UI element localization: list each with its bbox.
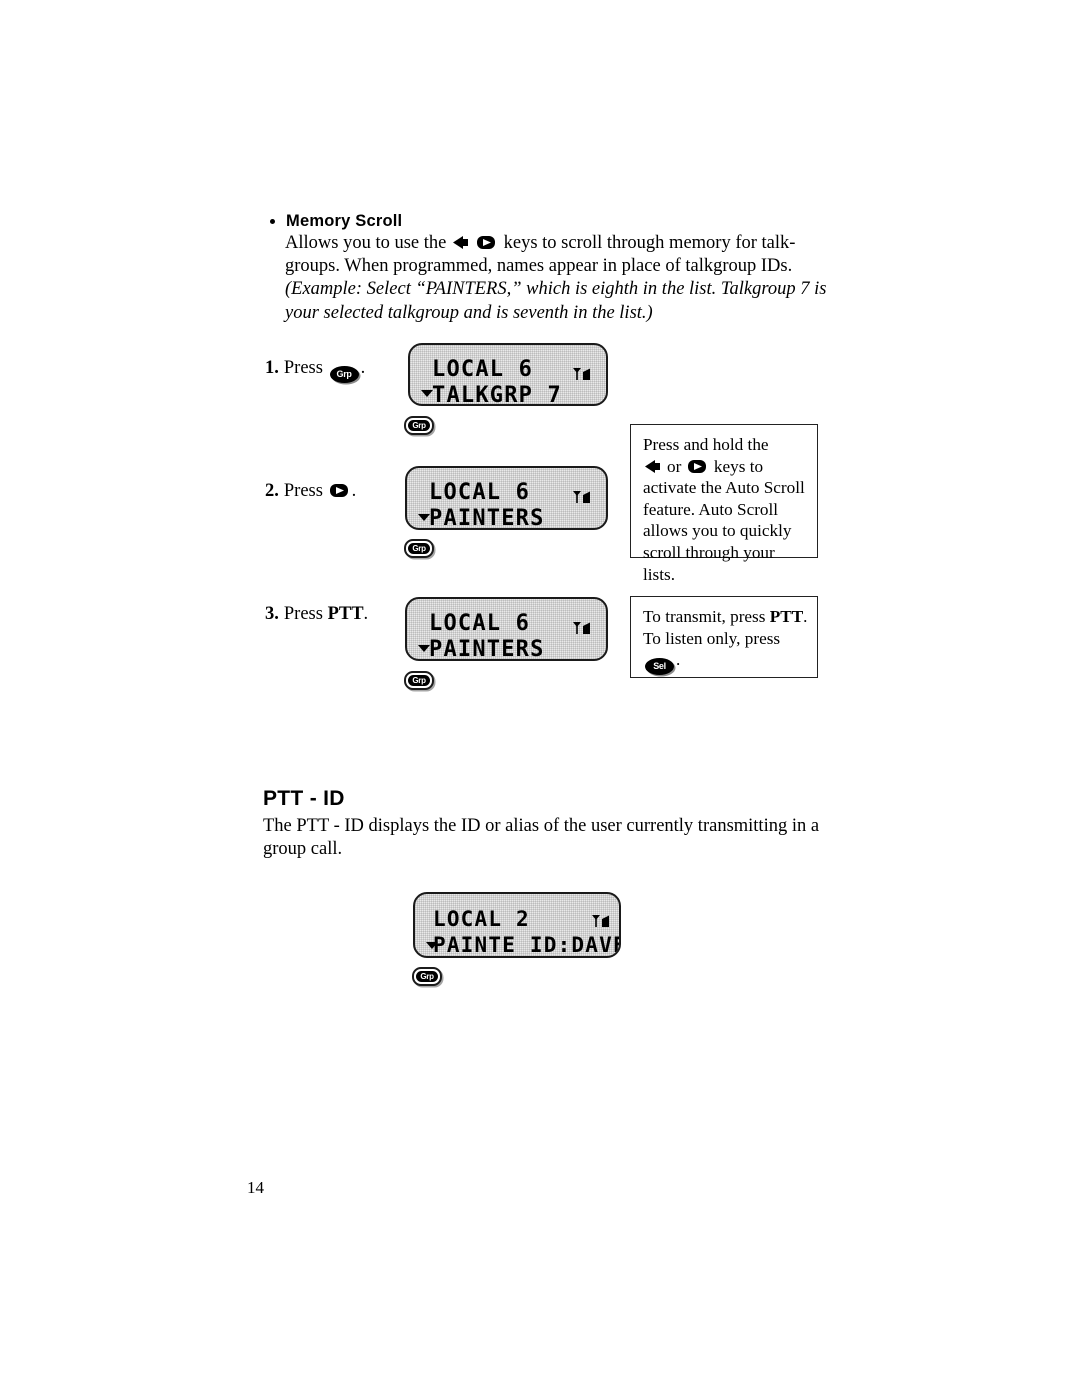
lcd-step-1-line1: LOCAL 6 [432,357,534,382]
hardware-key-grp-step-1[interactable]: Grp [404,416,434,435]
step-2-number: 2. [265,481,279,501]
memory-scroll-heading: Memory Scroll [268,212,402,231]
lcd-step-2-line2: PAINTERS [429,506,545,530]
step-1-label: 1. Press Grp. [265,358,365,383]
step-3-number: 3. [265,604,279,624]
memory-scroll-paragraph: Allows you to use the keys to scroll thr… [285,232,833,325]
callout-auto-scroll: Press and hold the or keys to activate t… [630,424,826,584]
memory-scroll-text-a: Allows you to use the [285,233,451,253]
hardware-key-grp-step-3[interactable]: Grp [404,671,434,690]
step-2-label: 2. Press . [265,481,356,502]
ptt-id-heading: PTT - ID [263,787,345,810]
transmit-ptt-keyword: PTT [769,607,804,626]
lcd-step-3-line2: PAINTERS [429,637,545,661]
step-1-trailing: . [360,358,366,378]
transmit-text-post: . [803,607,808,626]
down-caret-icon [426,942,438,949]
step-1-number: 1. [265,358,279,378]
right-arrow-key-icon[interactable] [329,483,351,498]
hardware-key-grp-label-1: Grp [408,420,430,431]
memory-scroll-example-text: (Example: Select “PAINTERS,” which is ei… [285,279,827,323]
lcd-step-1-line2: TALKGRP 7 [432,383,563,406]
step-3-verb: Press [283,604,323,624]
step-3-trailing: . [363,604,369,624]
step-2-trailing: . [351,481,357,501]
antenna-signal-icon [572,621,592,639]
transmit-text-pre: To transmit, press [643,607,770,626]
antenna-signal-icon [591,914,611,932]
step-2-verb: Press [283,481,323,501]
lcd-display-step-3: LOCAL 6 PAINTERS [405,597,608,661]
hardware-key-grp-label-3: Grp [408,675,430,686]
listen-text-pre: To listen only, press [643,628,781,648]
hardware-key-grp-label-4: Grp [416,971,438,982]
lcd-display-step-2: LOCAL 6 PAINTERS [405,466,608,530]
page-number: 14 [247,1178,264,1197]
right-arrow-key-icon [687,459,709,474]
sel-button-icon[interactable]: Sel [645,658,674,676]
down-caret-icon [421,390,433,397]
lcd-display-step-1: LOCAL 6 TALKGRP 7 [408,343,608,406]
manual-page: Memory Scroll Allows you to use the keys… [0,0,1080,1397]
down-caret-icon [418,514,430,521]
lcd-step-3-line1: LOCAL 6 [429,611,531,636]
hardware-key-grp-label-2: Grp [408,543,430,554]
callout-transmit-listen: To transmit, press PTT. To listen only, … [630,596,826,686]
lcd-step-2-line1: LOCAL 6 [429,480,531,505]
down-caret-icon [418,645,430,652]
callout-text-or: or [667,456,682,476]
right-arrow-key-icon [476,235,498,250]
memory-scroll-heading-label: Memory Scroll [286,212,403,230]
callout-transmit-listen-text: To transmit, press PTT. To listen only, … [643,606,809,676]
step-3-label: 3. Press PTT. [265,604,368,625]
lcd-ptt-id-line2: PAINTE ID:DAVE [433,933,621,957]
lcd-ptt-id-line1: LOCAL 2 [433,907,530,931]
ptt-id-body-text: The PTT - ID displays the ID or alias of… [263,816,820,860]
left-arrow-key-icon [644,459,666,474]
lcd-display-ptt-id: LOCAL 2 PAINTE ID:DAVE [413,892,621,958]
callout-auto-scroll-text: Press and hold the or keys to activate t… [643,434,809,585]
listen-text-post: . [676,650,681,670]
step-1-verb: Press [283,358,323,378]
antenna-signal-icon [572,490,592,508]
hardware-key-grp-ptt-id[interactable]: Grp [412,967,442,986]
grp-button-icon[interactable]: Grp [329,366,359,383]
left-arrow-key-icon [452,235,474,250]
ptt-keyword: PTT [327,604,364,624]
hardware-key-grp-step-2[interactable]: Grp [404,539,434,558]
antenna-signal-icon [572,367,592,385]
callout-text-a: Press and hold the [643,435,769,454]
